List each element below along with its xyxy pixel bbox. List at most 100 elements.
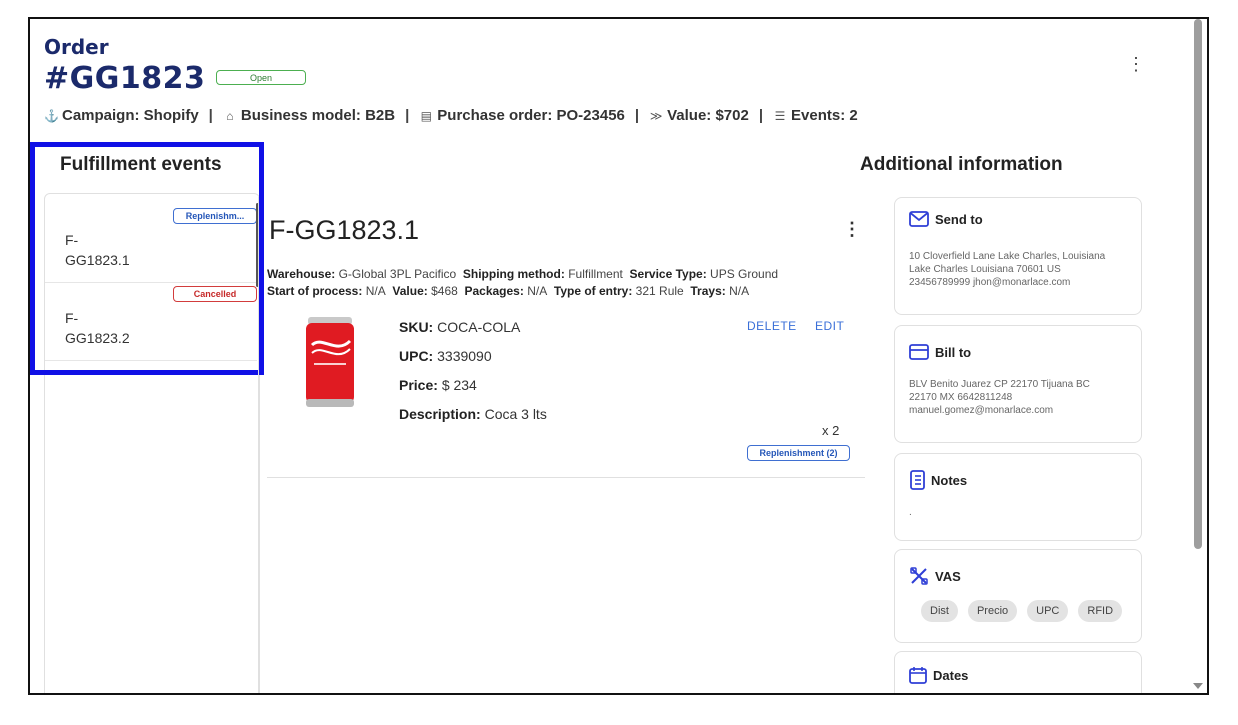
additional-information-title: Additional information [860, 154, 1063, 175]
send-to-title: Send to [935, 211, 983, 227]
fulfillment-id: F-GG1823.1 [269, 215, 420, 245]
quantity: x 2 [822, 423, 840, 438]
separator: | [634, 107, 640, 124]
entry-type-value: 321 Rule [635, 284, 684, 298]
vas-chip: Precio [967, 600, 1018, 622]
address-line: 22170 MX 6642811248 [909, 392, 1013, 403]
sku-value: COCA-COLA [437, 319, 521, 335]
trays-value: N/A [729, 284, 750, 298]
more-options-icon[interactable]: ⋮ [1127, 55, 1145, 73]
notes-body: . [909, 507, 912, 518]
value-label: Value: [392, 284, 428, 298]
edit-button[interactable]: EDIT [815, 319, 844, 333]
more-options-icon[interactable]: ⋮ [843, 219, 861, 240]
entry-type-label: Type of entry: [553, 284, 633, 298]
separator: | [405, 107, 410, 124]
separator: | [208, 107, 213, 124]
product-sku: SKU: COCA-COLA [399, 319, 520, 335]
packages-value: N/A [527, 284, 548, 298]
description-label: Description: [399, 406, 481, 422]
send-to-address: 10 Cloverfield Lane Lake Charles, Louisi… [909, 250, 1137, 289]
address-line: BLV Benito Juarez CP 22170 Tijuana BC [909, 379, 1090, 390]
vas-header: VAS [909, 566, 961, 586]
status-badge: Cancelled [173, 286, 257, 302]
bill-to-address: BLV Benito Juarez CP 22170 Tijuana BC 22… [909, 378, 1137, 417]
bill-to-card: Bill to BLV Benito Juarez CP 22170 Tijua… [894, 325, 1142, 443]
shipping-method-value: Fulfillment [568, 267, 623, 281]
status-badge: Replenishm... [173, 208, 257, 224]
bill-to-title: Bill to [935, 344, 972, 360]
envelope-icon [909, 211, 929, 227]
page-scrollbar[interactable] [1194, 19, 1202, 549]
purchase-order-text: Purchase order: PO-23456 [437, 107, 625, 124]
notes-header: Notes [909, 470, 967, 490]
service-type-label: Service Type: [629, 267, 707, 281]
value-text: Value: $702 [667, 107, 749, 124]
delete-button[interactable]: DELETE [747, 319, 797, 333]
upc-value: 3339090 [437, 348, 492, 364]
description-value: Coca 3 lts [484, 406, 547, 422]
bill-to-header: Bill to [909, 344, 971, 360]
send-to-card: Send to 10 Cloverfield Lane Lake Charles… [894, 197, 1142, 315]
separator: | [758, 107, 764, 124]
trays-label: Trays: [690, 284, 726, 298]
tools-icon [910, 567, 928, 585]
value-icon: ≫ [649, 108, 663, 123]
start-label: Start of process: [267, 284, 363, 298]
building-icon: ⌂ [226, 108, 234, 123]
scroll-down-icon[interactable] [1193, 683, 1203, 689]
order-page: Order #GG1823 Open ⋮ ⚓ Campaign: Shopify… [28, 17, 1209, 695]
notes-title: Notes [931, 472, 968, 488]
replenishment-badge: Replenishment (2) [747, 445, 850, 461]
fulfillment-events-list: F-GG1823.1 Replenishm... F-GG1823.2 Canc… [44, 193, 260, 693]
vas-chip: RFID [1078, 600, 1123, 622]
warehouse-value: G-Global 3PL Pacifico [338, 267, 457, 281]
divider [267, 477, 865, 478]
fulfillment-detail: F-GG1823.1 ⋮ Warehouse: G-Global 3PL Pac… [258, 197, 879, 693]
shipping-method-label: Shipping method: [462, 267, 565, 281]
campaign-text: Campaign: Shopify [62, 107, 199, 124]
vas-title: VAS [935, 568, 961, 584]
calendar-icon [909, 667, 927, 684]
dates-header: Dates [909, 666, 968, 684]
anchor-icon: ⚓ [44, 108, 59, 123]
service-type-value: UPS Ground [710, 267, 779, 281]
price-label: Price: [399, 377, 438, 393]
vas-card: VAS Dist Precio UPC RFID [894, 549, 1142, 643]
notebook-icon [910, 470, 925, 490]
product-upc: UPC: 3339090 [399, 348, 492, 364]
detail-line-1: Warehouse: G-Global 3PL Pacifico Shippin… [267, 267, 778, 281]
product-description: Description: Coca 3 lts [399, 406, 547, 422]
address-line: Lake Charles Louisiana 70601 US [909, 264, 1061, 275]
address-line: manuel.gomez@monarlace.com [909, 405, 1054, 416]
detail-line-2: Start of process: N/A Value: $468 Packag… [267, 284, 749, 298]
list-item[interactable]: F-GG1823.1 Replenishm... [45, 204, 257, 283]
notes-card: Notes . [894, 453, 1142, 541]
sku-label: SKU: [399, 319, 434, 335]
order-label: Order [44, 35, 109, 59]
vas-chip: Dist [921, 600, 958, 622]
dates-title: Dates [933, 667, 969, 683]
credit-card-icon [909, 344, 929, 360]
status-badge: Open [216, 70, 306, 85]
dates-card: Dates [894, 651, 1142, 693]
product-image [306, 317, 354, 407]
document-icon: ▤ [420, 108, 432, 123]
business-model-text: Business model: B2B [240, 107, 396, 124]
list-icon: ☰ [774, 108, 786, 123]
upc-label: UPC: [399, 348, 434, 364]
warehouse-label: Warehouse: [267, 267, 336, 281]
product-price: Price: $ 234 [399, 377, 477, 393]
event-name: F-GG1823.2 [65, 310, 130, 346]
order-meta: ⚓ Campaign: Shopify | ⌂ Business model: … [44, 107, 858, 124]
event-name: F-GG1823.1 [65, 232, 130, 268]
send-to-header: Send to [909, 210, 983, 228]
order-id: #GG1823 [44, 61, 206, 96]
events-count-text: Events: 2 [791, 107, 858, 124]
vas-chip: UPC [1027, 600, 1069, 622]
price-value: $ 234 [441, 377, 477, 393]
list-item[interactable]: F-GG1823.2 Cancelled [45, 282, 257, 361]
address-line: 10 Cloverfield Lane Lake Charles, Louisi… [909, 251, 1106, 262]
start-value: N/A [365, 284, 386, 298]
value-value: $468 [431, 284, 458, 298]
